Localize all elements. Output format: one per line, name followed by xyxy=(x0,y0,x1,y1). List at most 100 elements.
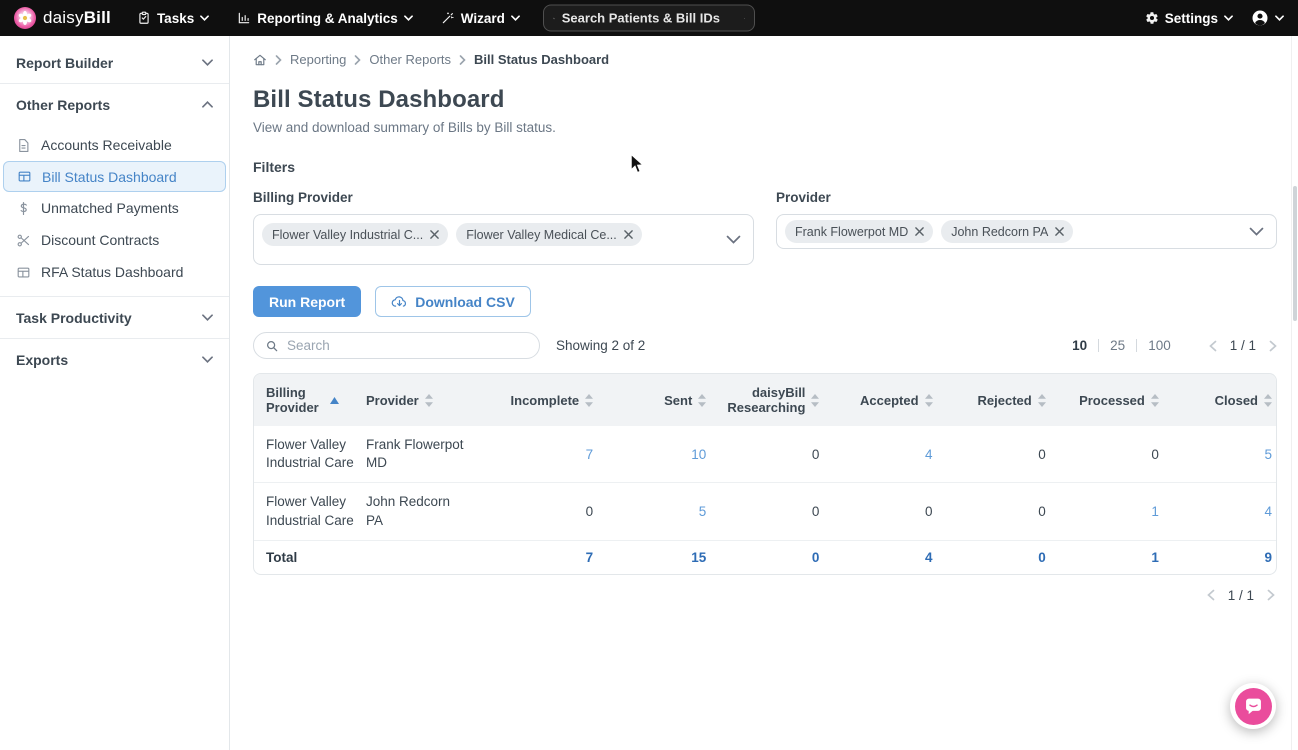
filter-chip: Flower Valley Industrial C... xyxy=(262,223,448,246)
global-search[interactable] xyxy=(543,5,755,32)
user-menu[interactable] xyxy=(1251,9,1284,27)
run-report-label: Run Report xyxy=(269,294,345,310)
remove-chip-icon[interactable] xyxy=(430,230,439,239)
cell-rejected: 0 xyxy=(937,426,1050,482)
cell-billing-provider: Flower Valley Industrial Care xyxy=(254,426,366,482)
col-accepted[interactable]: Accepted xyxy=(823,385,936,416)
chevron-down-icon xyxy=(1224,15,1233,21)
chip-label: Flower Valley Industrial C... xyxy=(272,228,423,242)
sidebar-item-discount-contracts[interactable]: Discount Contracts xyxy=(0,224,229,256)
chip-label: Flower Valley Medical Ce... xyxy=(466,228,617,242)
nav-tasks[interactable]: Tasks xyxy=(137,11,209,26)
prev-page-icon[interactable] xyxy=(1207,589,1215,601)
sidebar-item-accounts-receivable[interactable]: Accounts Receivable xyxy=(0,129,229,161)
billing-provider-select[interactable]: Flower Valley Industrial C... Flower Val… xyxy=(253,214,754,265)
col-provider[interactable]: Provider xyxy=(366,385,484,416)
col-billing-provider[interactable]: Billing Provider xyxy=(254,377,366,423)
chevron-right-icon xyxy=(459,55,466,65)
next-page-icon[interactable] xyxy=(1267,589,1275,601)
document-icon xyxy=(16,138,31,153)
chevron-down-icon[interactable] xyxy=(744,15,745,21)
cell-sent: 5 xyxy=(597,483,710,539)
sort-icon xyxy=(1264,394,1272,407)
bar-chart-icon xyxy=(237,11,251,25)
cell-billing-provider: Flower Valley Industrial Care xyxy=(254,483,366,539)
sidebar-section-report-builder[interactable]: Report Builder xyxy=(0,42,229,83)
sidebar-item-bill-status-dashboard[interactable]: Bill Status Dashboard xyxy=(3,161,226,192)
cloud-download-icon xyxy=(391,294,408,309)
cell-total-sent[interactable]: 15 xyxy=(597,541,710,574)
nav-tasks-label: Tasks xyxy=(157,11,194,26)
cell-accepted: 0 xyxy=(823,483,936,539)
cell-total-incomplete[interactable]: 7 xyxy=(484,541,597,574)
bill-count-link[interactable]: 5 xyxy=(699,504,707,519)
chevron-down-icon[interactable] xyxy=(1249,223,1264,241)
remove-chip-icon[interactable] xyxy=(1055,227,1064,236)
cell-provider: John Redcorn PA xyxy=(366,483,484,539)
home-icon[interactable] xyxy=(253,53,267,67)
table-search[interactable] xyxy=(253,332,540,359)
column-label: Billing Provider xyxy=(266,385,324,415)
sidebar-section-other-reports[interactable]: Other Reports xyxy=(0,84,229,125)
chevron-down-icon[interactable] xyxy=(726,231,741,249)
cell-provider: Frank Flowerpot MD xyxy=(366,426,484,482)
bill-count-link[interactable]: 5 xyxy=(1264,447,1272,462)
nav-settings[interactable]: Settings xyxy=(1145,11,1233,26)
sidebar-item-unmatched-payments[interactable]: Unmatched Payments xyxy=(0,192,229,224)
sidebar-section-exports[interactable]: Exports xyxy=(0,339,229,380)
bill-count-link[interactable]: 10 xyxy=(691,447,706,462)
bill-status-table: Billing Provider Provider Incomplete Sen… xyxy=(253,373,1277,575)
table-row: Flower Valley Industrial Care Frank Flow… xyxy=(254,426,1276,482)
page-indicator: 1 / 1 xyxy=(1228,588,1254,603)
next-page-icon[interactable] xyxy=(1269,340,1277,352)
download-csv-button[interactable]: Download CSV xyxy=(375,286,531,317)
nav-wizard[interactable]: Wizard xyxy=(441,11,520,26)
app-window: daisyBill Tasks Reporting & Analytics Wi… xyxy=(0,0,1298,750)
page-size-10[interactable]: 10 xyxy=(1072,338,1087,353)
remove-chip-icon[interactable] xyxy=(624,230,633,239)
chat-launcher-button[interactable] xyxy=(1230,683,1276,729)
remove-chip-icon[interactable] xyxy=(915,227,924,236)
table-search-input[interactable] xyxy=(287,338,528,353)
cell-total-accepted[interactable]: 4 xyxy=(823,541,936,574)
cell-total-closed[interactable]: 9 xyxy=(1163,541,1276,574)
prev-page-icon[interactable] xyxy=(1209,340,1217,352)
nav-wizard-label: Wizard xyxy=(461,11,505,26)
cell-accepted: 4 xyxy=(823,426,936,482)
filters: Billing Provider Flower Valley Industria… xyxy=(253,190,1277,265)
global-search-input[interactable] xyxy=(562,11,737,26)
cell-total-processed[interactable]: 1 xyxy=(1050,541,1163,574)
action-buttons: Run Report Download CSV xyxy=(253,286,1277,317)
provider-select[interactable]: Frank Flowerpot MD John Redcorn PA xyxy=(776,214,1277,249)
breadcrumb-reporting[interactable]: Reporting xyxy=(290,52,346,67)
col-daisybill-researching[interactable]: daisyBill Researching xyxy=(710,377,823,423)
page-size-100[interactable]: 100 xyxy=(1148,338,1171,353)
cell-total-researching[interactable]: 0 xyxy=(710,541,823,574)
breadcrumb-other-reports[interactable]: Other Reports xyxy=(369,52,451,67)
daisybill-logo[interactable]: daisyBill xyxy=(14,7,111,29)
run-report-button[interactable]: Run Report xyxy=(253,286,361,317)
col-sent[interactable]: Sent xyxy=(597,385,710,416)
nav-reporting-analytics[interactable]: Reporting & Analytics xyxy=(237,11,413,26)
bill-count-link[interactable]: 7 xyxy=(586,447,594,462)
col-processed[interactable]: Processed xyxy=(1050,385,1163,416)
scrollbar-thumb[interactable] xyxy=(1293,186,1297,321)
bill-count-link[interactable]: 4 xyxy=(925,447,933,462)
cell-sent: 10 xyxy=(597,426,710,482)
bill-count-link[interactable]: 1 xyxy=(1151,504,1159,519)
sidebar-item-rfa-status-dashboard[interactable]: RFA Status Dashboard xyxy=(0,256,229,288)
filter-chip: Frank Flowerpot MD xyxy=(785,220,933,243)
col-closed[interactable]: Closed xyxy=(1163,385,1276,416)
chevron-down-icon xyxy=(200,15,209,21)
column-label: Provider xyxy=(366,393,419,408)
page-size-25[interactable]: 25 xyxy=(1110,338,1125,353)
col-rejected[interactable]: Rejected xyxy=(937,385,1050,416)
cell-total-rejected[interactable]: 0 xyxy=(937,541,1050,574)
col-incomplete[interactable]: Incomplete xyxy=(484,385,597,416)
bill-count-link[interactable]: 4 xyxy=(1264,504,1272,519)
sidebar-section-task-productivity[interactable]: Task Productivity xyxy=(0,297,229,338)
provider-label: Provider xyxy=(776,190,1277,205)
page-title: Bill Status Dashboard xyxy=(253,86,1277,114)
sort-icon xyxy=(1038,394,1046,407)
section-label: Report Builder xyxy=(16,55,113,71)
